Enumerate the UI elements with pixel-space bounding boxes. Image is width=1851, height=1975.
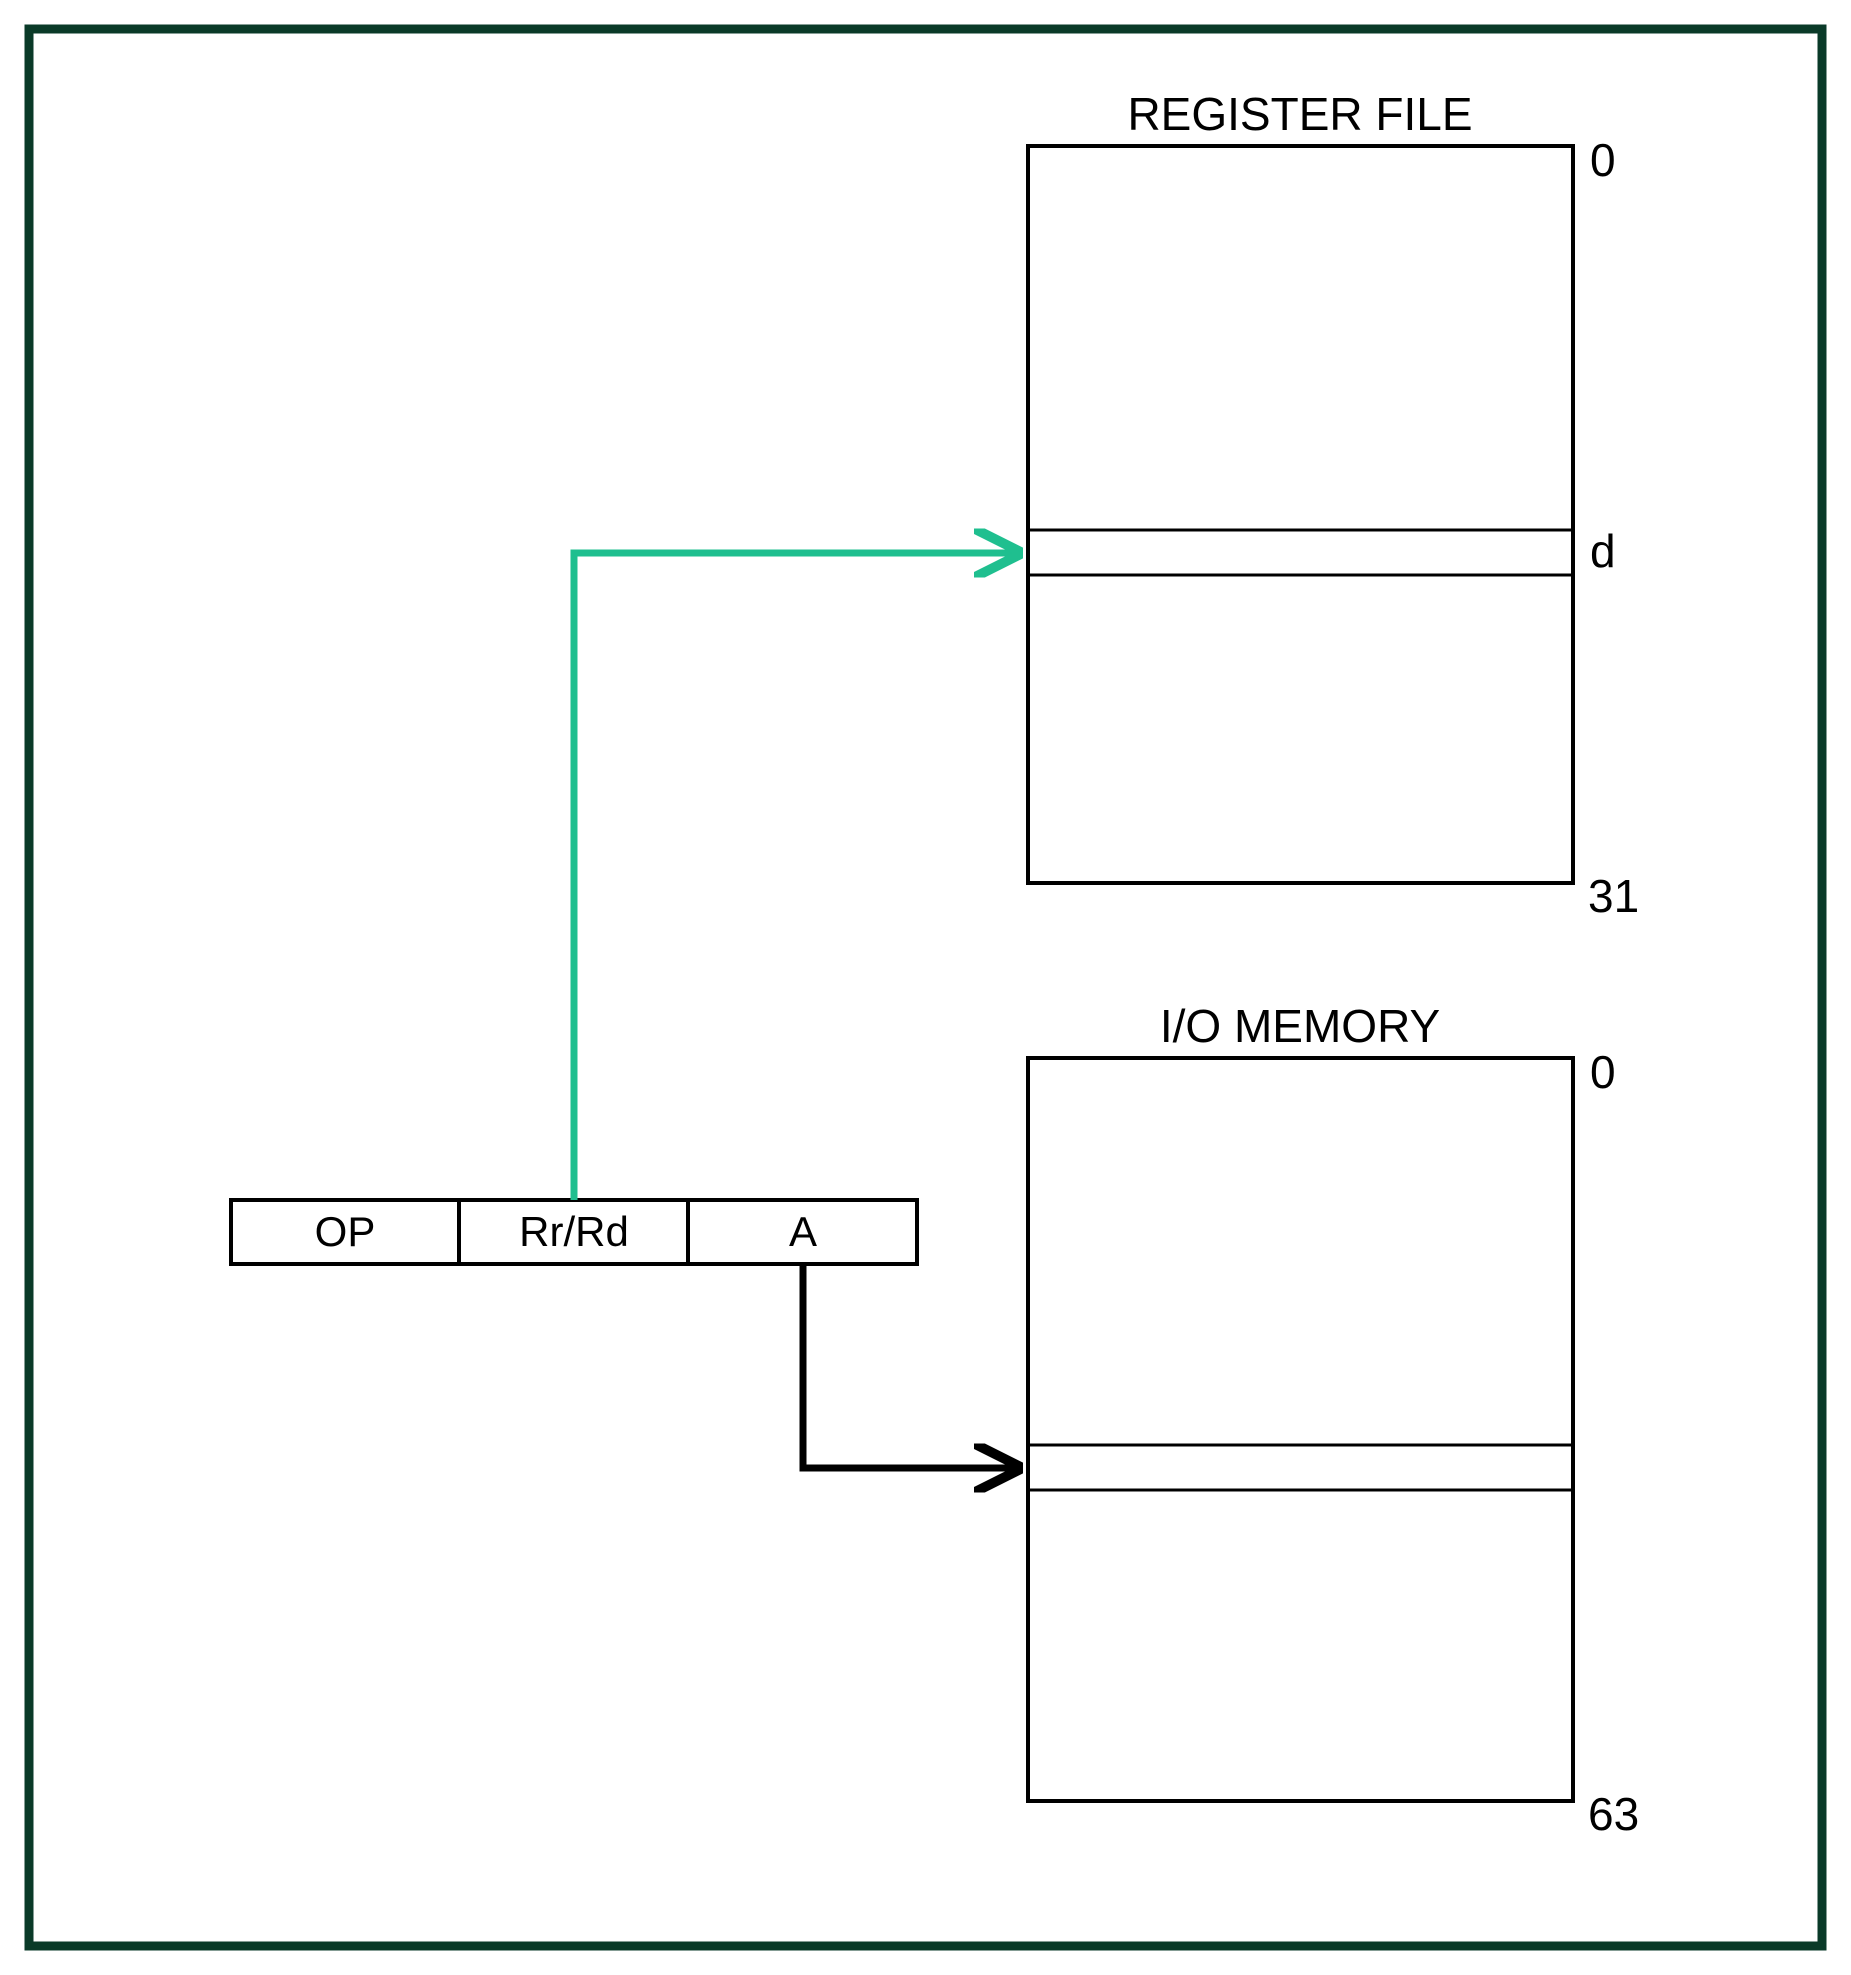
io-memory-top-index: 0: [1590, 1046, 1616, 1098]
io-memory-title: I/O MEMORY: [1160, 1000, 1440, 1052]
instruction-op: OP: [315, 1208, 376, 1255]
register-file-top-index: 0: [1590, 134, 1616, 186]
register-file-title: REGISTER FILE: [1127, 88, 1472, 140]
instruction-reg: Rr/Rd: [519, 1208, 629, 1255]
io-memory-bottom-index: 63: [1588, 1788, 1639, 1840]
register-file-bottom-index: 31: [1588, 870, 1639, 922]
outer-frame: [29, 29, 1822, 1946]
register-file-slot-label: d: [1590, 525, 1616, 577]
instruction-addr: A: [789, 1208, 817, 1255]
diagram-canvas: REGISTER FILE 0 d 31 I/O MEMORY 0 63 OP …: [0, 0, 1851, 1975]
